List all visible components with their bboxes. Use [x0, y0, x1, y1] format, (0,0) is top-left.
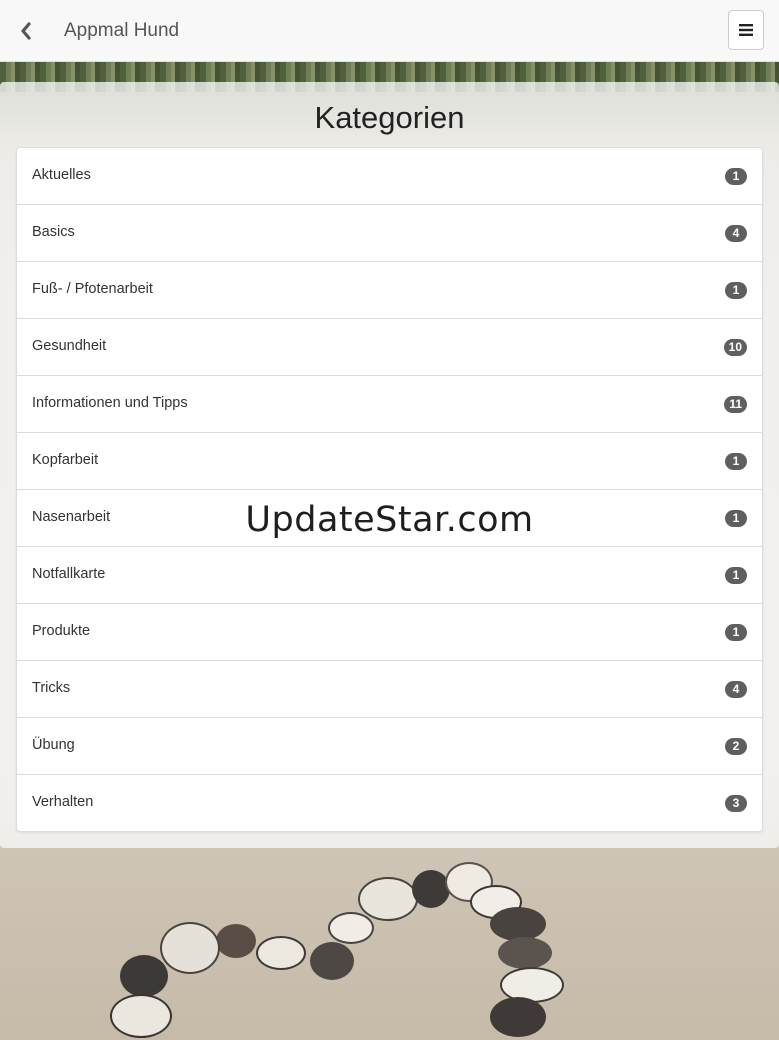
shell	[358, 877, 418, 921]
category-item[interactable]: Tricks 4	[17, 661, 762, 718]
top-bar: Appmal Hund	[0, 0, 779, 62]
category-item[interactable]: Kopfarbeit 1	[17, 433, 762, 490]
category-item[interactable]: Aktuelles 1	[17, 148, 762, 205]
count-badge: 3	[725, 795, 747, 812]
category-item[interactable]: Übung 2	[17, 718, 762, 775]
category-item[interactable]: Verhalten 3	[17, 775, 762, 831]
shell	[412, 870, 450, 908]
shell	[216, 924, 256, 958]
shell	[256, 936, 306, 970]
category-label: Notfallkarte	[32, 566, 106, 582]
count-badge: 1	[725, 567, 747, 584]
shell	[120, 955, 168, 997]
count-badge: 11	[724, 396, 747, 413]
back-button[interactable]	[12, 16, 40, 46]
shell	[490, 997, 546, 1037]
count-badge: 1	[725, 168, 747, 185]
app-title: Appmal Hund	[64, 20, 180, 41]
category-label: Gesundheit	[32, 338, 107, 354]
category-label: Fuß- / Pfotenarbeit	[32, 281, 153, 297]
category-label: Informationen und Tipps	[32, 395, 188, 411]
shell	[110, 994, 172, 1038]
count-badge: 1	[725, 624, 747, 641]
categories-panel: Kategorien Aktuelles 1 Basics 4 Fuß- / Pfote…	[0, 82, 779, 848]
category-item[interactable]: Gesundheit 10	[17, 319, 762, 376]
count-badge: 4	[725, 681, 747, 698]
count-badge: 1	[725, 282, 747, 299]
category-item[interactable]: Basics 4	[17, 205, 762, 262]
category-label: Kopfarbeit	[32, 452, 99, 468]
menu-button[interactable]	[728, 10, 764, 50]
count-badge: 2	[725, 738, 747, 755]
category-label: Basics	[32, 224, 75, 240]
page-title: Kategorien	[314, 100, 465, 135]
category-label: Tricks	[32, 680, 71, 696]
count-badge: 1	[725, 453, 747, 470]
watermark: UpdateStar.com	[245, 500, 534, 540]
category-label: Produkte	[32, 623, 91, 639]
category-item[interactable]: Produkte 1	[17, 604, 762, 661]
shell	[160, 922, 220, 974]
chevron-left-icon	[21, 22, 31, 40]
count-badge: 4	[725, 225, 747, 242]
shell	[310, 942, 354, 980]
shell	[328, 912, 374, 944]
shell	[498, 937, 552, 969]
count-badge: 10	[723, 339, 747, 356]
category-label: Aktuelles	[32, 167, 91, 183]
hamburger-menu-icon	[739, 24, 753, 36]
category-item[interactable]: Informationen und Tipps 11	[17, 376, 762, 433]
category-item[interactable]: Notfallkarte 1	[17, 547, 762, 604]
category-label: Verhalten	[32, 794, 94, 810]
category-label: Übung	[32, 737, 75, 753]
category-item[interactable]: Fuß- / Pfotenarbeit 1	[17, 262, 762, 319]
shell	[490, 907, 546, 941]
category-list: Aktuelles 1 Basics 4 Fuß- / Pfotenarbeit 1 Ges…	[16, 147, 763, 832]
